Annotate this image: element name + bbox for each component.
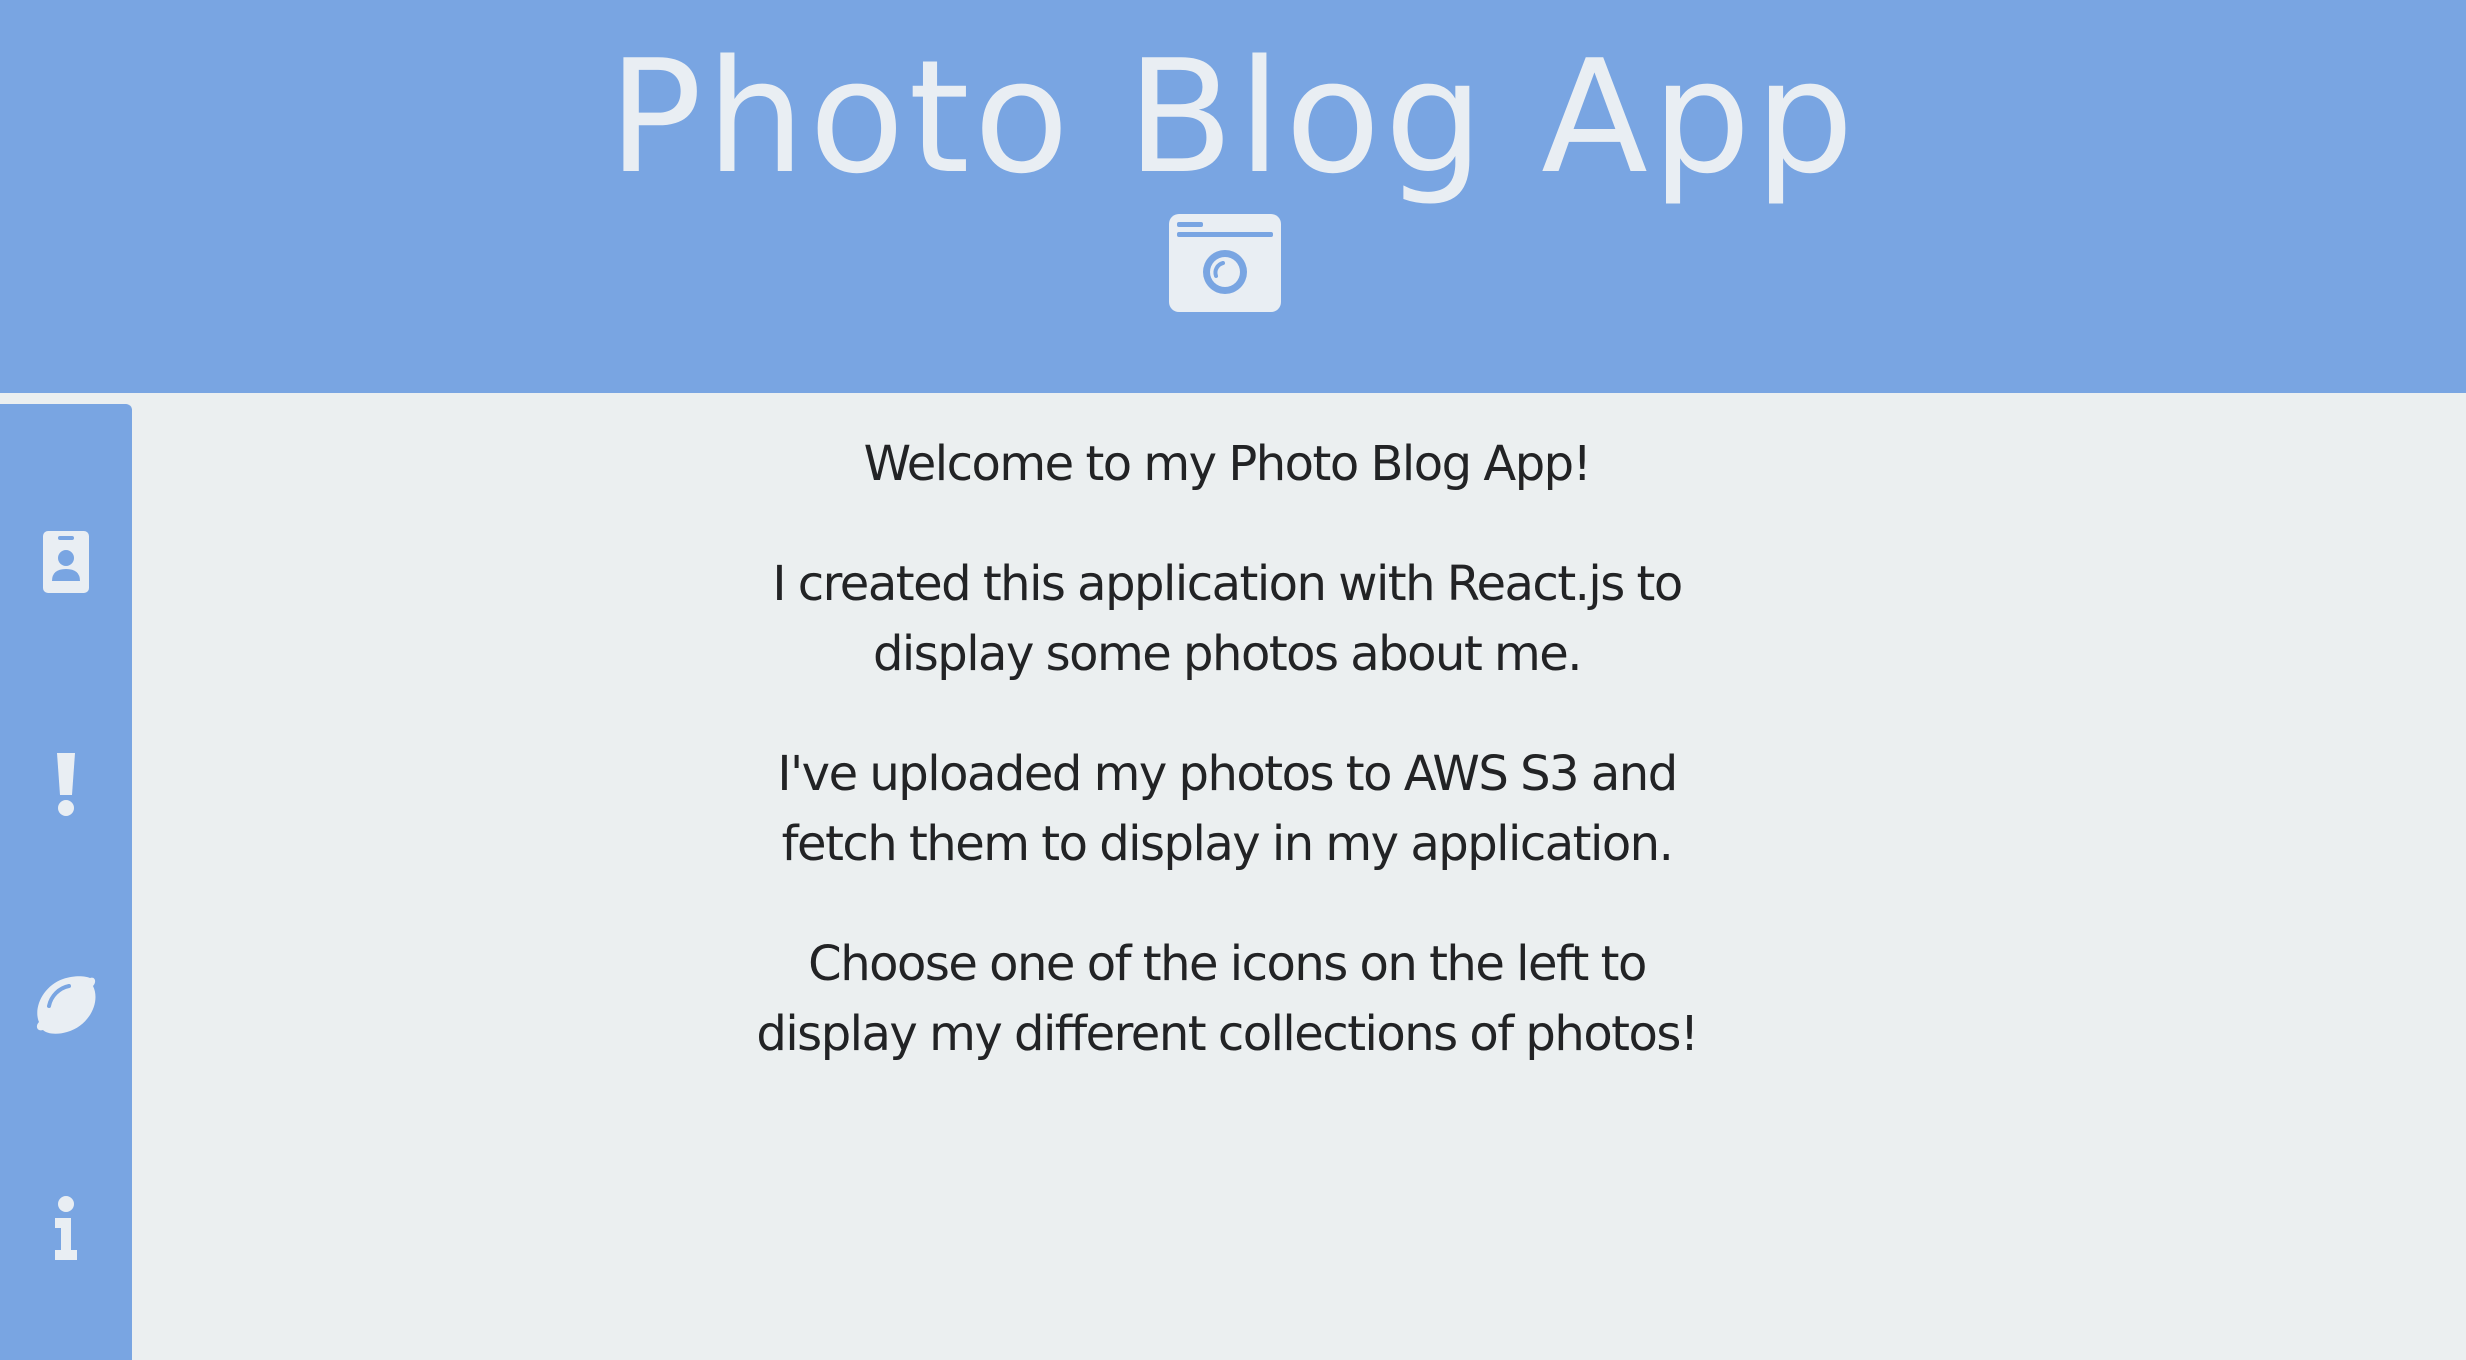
aws-line-2: fetch them to display in my application.	[781, 816, 1674, 872]
sidebar-item-food[interactable]	[0, 950, 132, 1060]
aws-line-1: I've uploaded my photos to AWS S3 and	[777, 746, 1678, 802]
camera-icon	[1169, 214, 1281, 312]
instructions-line-2: display my different collections of phot…	[756, 1006, 1699, 1062]
sidebar-item-info[interactable]	[0, 1173, 132, 1283]
instructions-line-1: Choose one of the icons on the left to	[808, 936, 1647, 992]
lemon-icon	[36, 976, 96, 1034]
exclamation-icon	[57, 753, 75, 816]
aws-paragraph: I've uploaded my photos to AWS S3 and fe…	[727, 739, 1727, 879]
welcome-content: Welcome to my Photo Blog App! I created …	[132, 393, 2322, 1069]
sidebar-item-about-me[interactable]	[0, 507, 132, 617]
sidebar-item-alert[interactable]	[0, 730, 132, 840]
id-badge-icon	[43, 531, 89, 593]
app-header: Photo Blog App	[0, 0, 2466, 393]
welcome-text: Welcome to my Photo Blog App!	[863, 436, 1592, 492]
app-title: Photo Blog App	[608, 26, 1858, 208]
intro-line-2: display some photos about me.	[872, 626, 1583, 682]
intro-line-1: I created this application with React.js…	[772, 556, 1683, 612]
instructions-paragraph: Choose one of the icons on the left to d…	[727, 929, 1727, 1069]
intro-paragraph: I created this application with React.js…	[727, 549, 1727, 689]
welcome-heading: Welcome to my Photo Blog App!	[727, 429, 1727, 499]
info-icon	[55, 1196, 77, 1260]
sidebar-nav	[0, 404, 132, 1360]
